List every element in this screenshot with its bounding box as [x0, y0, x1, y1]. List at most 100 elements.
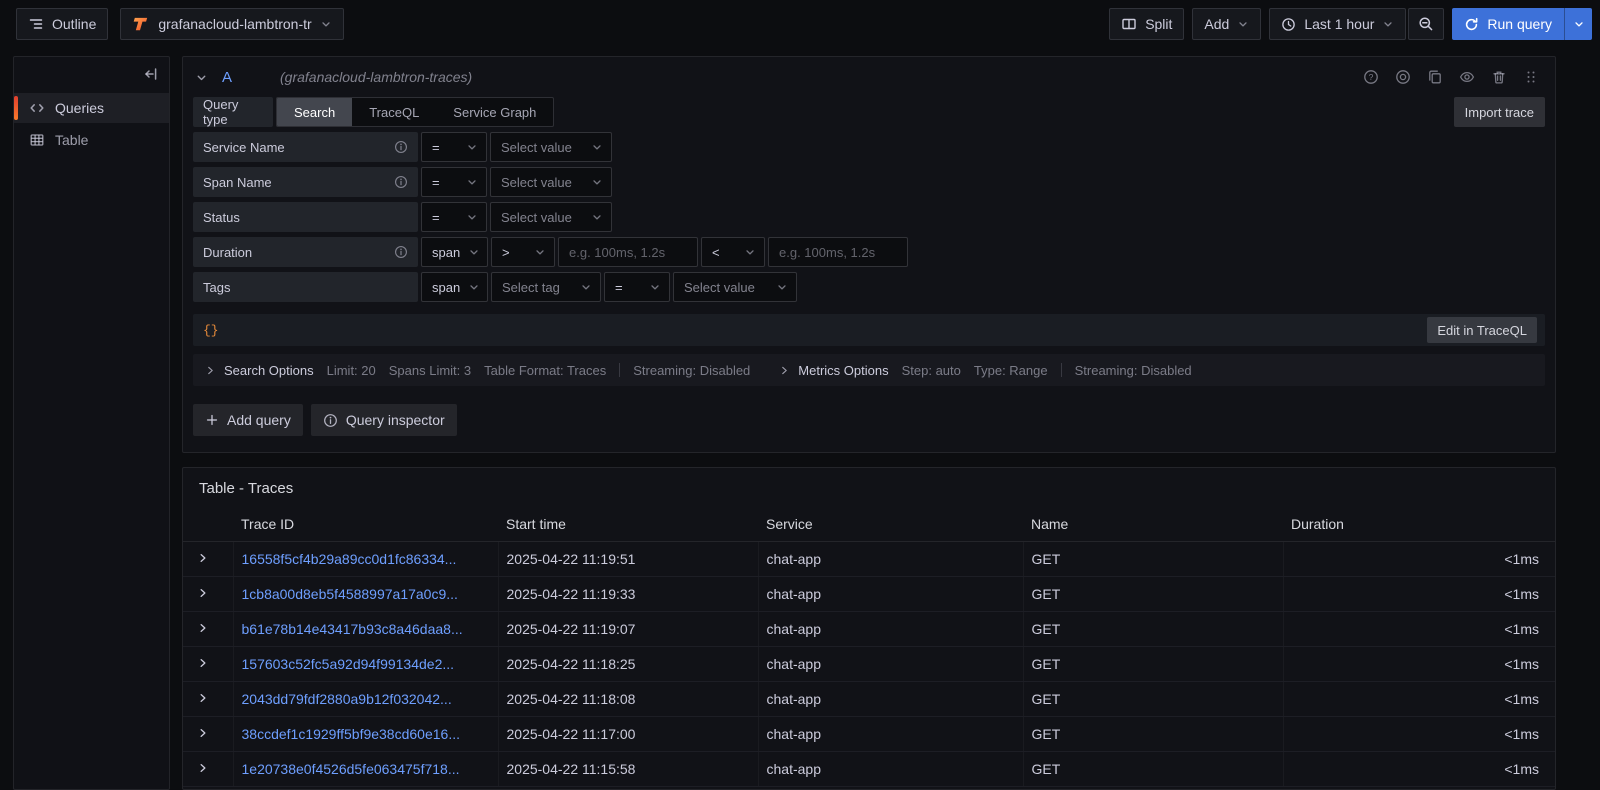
expand-row-icon[interactable] — [197, 692, 209, 704]
query-inspector-button[interactable]: Query inspector — [311, 404, 457, 436]
search-options-title: Search Options — [224, 363, 314, 378]
hide-response-icon[interactable] — [1459, 69, 1475, 85]
run-query-button[interactable]: Run query — [1452, 8, 1564, 40]
column-header-start-time[interactable]: Start time — [498, 509, 758, 542]
duration-max-input[interactable] — [768, 237, 908, 267]
row-expander-cell — [183, 542, 233, 577]
span-name-operator-select[interactable]: = — [421, 167, 487, 197]
column-header-name[interactable]: Name — [1023, 509, 1283, 542]
add-button[interactable]: Add — [1192, 8, 1261, 40]
query-type-traceql[interactable]: TraceQL — [352, 98, 436, 126]
query-row-actions: ? — [1363, 69, 1543, 85]
trace-id-link[interactable]: 157603c52fc5a92d94f99134de2... — [242, 656, 455, 672]
duration-label: Duration — [193, 237, 418, 267]
trace-id-link[interactable]: 1e20738e0f4526d5fe063475f718... — [242, 761, 460, 777]
drag-handle-icon[interactable] — [1523, 69, 1539, 85]
span-name-value-select[interactable]: Select value — [490, 167, 612, 197]
name-cell: GET — [1023, 717, 1283, 752]
trace-id-link[interactable]: 38ccdef1c1929ff5bf9e38cd60e16... — [242, 726, 460, 742]
sidebar-item-table[interactable]: Table — [14, 125, 169, 155]
table-icon — [29, 132, 45, 148]
column-header-trace-id[interactable]: Trace ID — [233, 509, 498, 542]
expand-row-icon[interactable] — [197, 727, 209, 739]
add-query-button[interactable]: Add query — [193, 404, 303, 436]
copy-query-icon[interactable] — [1427, 69, 1443, 85]
outline-toggle-button[interactable]: Outline — [16, 8, 108, 40]
service-name-value-select[interactable]: Select value — [490, 132, 612, 162]
expand-row-icon[interactable] — [197, 622, 209, 634]
trace-id-cell: 157603c52fc5a92d94f99134de2... — [233, 647, 498, 682]
outline-icon — [28, 16, 44, 32]
query-actions-row: Add query Query inspector — [193, 404, 1545, 436]
name-cell: GET — [1023, 752, 1283, 787]
run-query-dropdown-toggle[interactable] — [1564, 8, 1592, 40]
query-type-search[interactable]: Search — [277, 98, 352, 126]
main-layout: Queries Table A (grafanacloud-lambtron-t — [0, 48, 1600, 790]
tags-scope-select[interactable]: span — [421, 272, 488, 302]
zoom-out-time-button[interactable] — [1408, 8, 1444, 40]
edit-in-traceql-button[interactable]: Edit in TraceQL — [1427, 317, 1537, 343]
search-options-toggle[interactable]: Search Options — [205, 363, 314, 378]
expand-row-icon[interactable] — [197, 587, 209, 599]
start-time-cell: 2025-04-22 11:19:07 — [498, 612, 758, 647]
service-cell: chat-app — [758, 612, 1023, 647]
split-label: Split — [1145, 16, 1172, 32]
collapse-outline-icon[interactable] — [143, 66, 159, 82]
query-type-row: Query type Search TraceQL Service Graph … — [193, 97, 1545, 127]
column-header-duration[interactable]: Duration — [1283, 509, 1555, 542]
time-range-picker[interactable]: Last 1 hour — [1269, 8, 1406, 40]
search-options-table-format: Table Format: Traces — [484, 363, 606, 378]
split-button[interactable]: Split — [1109, 8, 1184, 40]
duration-cell: <1ms — [1283, 717, 1555, 752]
remove-query-icon[interactable] — [1491, 69, 1507, 85]
start-time-cell: 2025-04-22 11:19:51 — [498, 542, 758, 577]
expand-row-icon[interactable] — [197, 762, 209, 774]
duration-min-operator-select[interactable]: > — [491, 237, 555, 267]
column-header-service[interactable]: Service — [758, 509, 1023, 542]
trace-id-link[interactable]: 1cb8a00d8eb5f4588997a17a0c9... — [242, 586, 458, 602]
query-type-service-graph[interactable]: Service Graph — [436, 98, 553, 126]
import-trace-button[interactable]: Import trace — [1454, 97, 1545, 127]
service-name-operator-select[interactable]: = — [421, 132, 487, 162]
trace-id-cell: 38ccdef1c1929ff5bf9e38cd60e16... — [233, 717, 498, 752]
row-expander-cell — [183, 647, 233, 682]
trace-id-link[interactable]: b61e78b14e43417b93c8a46daa8... — [242, 621, 463, 637]
tags-operator-select[interactable]: = — [604, 272, 670, 302]
disable-query-icon[interactable] — [1395, 69, 1411, 85]
expand-row-icon[interactable] — [197, 657, 209, 669]
run-query-label: Run query — [1487, 16, 1552, 32]
duration-scope-select[interactable]: span — [421, 237, 488, 267]
tags-value-select[interactable]: Select value — [673, 272, 797, 302]
help-icon[interactable]: ? — [1363, 69, 1379, 85]
duration-cell: <1ms — [1283, 647, 1555, 682]
query-ref-id[interactable]: A — [222, 69, 232, 86]
query-row-header: A (grafanacloud-lambtron-traces) ? — [193, 61, 1545, 93]
divider — [1061, 363, 1062, 377]
trace-id-cell: 1cb8a00d8eb5f4588997a17a0c9... — [233, 577, 498, 612]
tags-tag-select[interactable]: Select tag — [491, 272, 601, 302]
trace-id-cell: 16558f5cf4b29a89cc0d1fc86334... — [233, 542, 498, 577]
add-label: Add — [1204, 16, 1229, 32]
service-cell: chat-app — [758, 717, 1023, 752]
sidebar-item-queries[interactable]: Queries — [14, 93, 169, 123]
start-time-cell: 2025-04-22 11:19:33 — [498, 577, 758, 612]
traces-table-panel: Table - Traces Trace ID Start time Servi… — [182, 467, 1556, 790]
service-cell: chat-app — [758, 542, 1023, 577]
tags-row: Tags span Select tag = Select value — [193, 272, 1545, 302]
metrics-options-toggle[interactable]: Metrics Options — [779, 363, 888, 378]
trace-id-link[interactable]: 16558f5cf4b29a89cc0d1fc86334... — [242, 551, 457, 567]
datasource-picker[interactable]: grafanacloud-lambtron-tr — [120, 8, 343, 40]
status-operator-select[interactable]: = — [421, 202, 487, 232]
query-editor-panel: A (grafanacloud-lambtron-traces) ? — [182, 56, 1556, 453]
expand-row-icon[interactable] — [197, 552, 209, 564]
info-icon — [394, 140, 408, 154]
collapse-query-icon[interactable] — [195, 71, 208, 84]
duration-max-operator-select[interactable]: < — [701, 237, 765, 267]
status-value-select[interactable]: Select value — [490, 202, 612, 232]
time-range-label: Last 1 hour — [1304, 16, 1374, 32]
topbar: Outline grafanacloud-lambtron-tr — [0, 0, 1600, 48]
service-name-row: Service Name = Select value — [193, 132, 1545, 162]
trace-id-link[interactable]: 2043dd79fdf2880a9b12f032042... — [242, 691, 452, 707]
search-options-streaming: Streaming: Disabled — [633, 363, 750, 378]
duration-min-input[interactable] — [558, 237, 698, 267]
